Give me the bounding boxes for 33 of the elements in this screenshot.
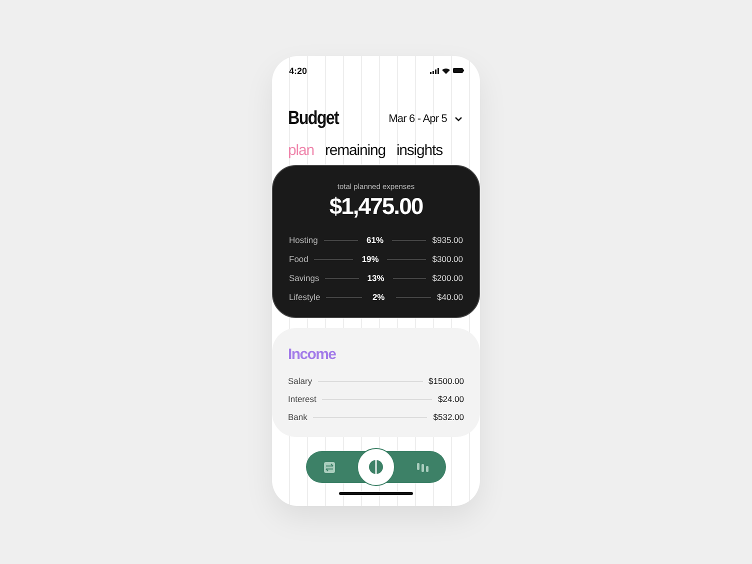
income-amount: $24.00: [438, 394, 464, 404]
tab[interactable]: remaining: [324, 142, 386, 159]
tab[interactable]: insights: [396, 142, 442, 159]
category-name: Lifestyle: [289, 292, 320, 302]
category-name: Hosting: [289, 235, 318, 245]
category-name: Savings: [289, 273, 320, 283]
category-name: Food: [289, 254, 308, 264]
page-title: Budget: [288, 108, 339, 130]
income-name: Salary: [288, 376, 312, 386]
category-percent: 2%: [371, 292, 386, 302]
chevron-down-icon: [455, 116, 462, 122]
income-amount: $1500.00: [428, 376, 464, 386]
battery-icon: [453, 68, 464, 73]
signal-icon: [430, 68, 439, 74]
status-time: 4:20: [289, 66, 308, 76]
category-amount: $40.00: [437, 292, 463, 302]
income-amount: $532.00: [433, 412, 464, 422]
wifi-icon: [442, 68, 450, 74]
nav-button[interactable]: [357, 448, 395, 486]
date-range-dropdown[interactable]: Mar 6 - Apr 5: [388, 113, 462, 125]
pie-chart-icon: [369, 460, 383, 474]
category-amount: $300.00: [432, 254, 464, 264]
income-name: Bank: [288, 412, 308, 422]
total-amount: $1,475.00: [328, 193, 424, 220]
category-amount: $935.00: [432, 235, 463, 245]
candlestick-icon: [417, 462, 429, 472]
category-percent: 19%: [360, 254, 380, 264]
transfer-icon: [324, 462, 334, 472]
category-percent: 61%: [366, 235, 385, 245]
income-name: Interest: [288, 394, 316, 404]
income-title: Income: [288, 346, 337, 363]
category-percent: 13%: [366, 273, 386, 283]
category-amount: $200.00: [432, 273, 464, 283]
